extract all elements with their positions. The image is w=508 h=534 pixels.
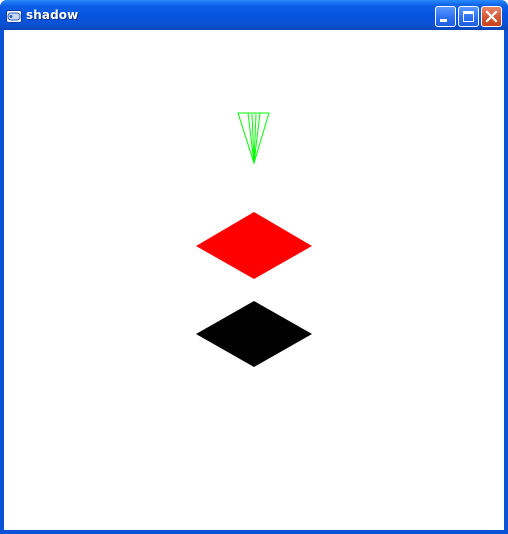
app-icon[interactable] bbox=[6, 8, 22, 23]
render-area[interactable] bbox=[4, 30, 504, 530]
app-window: shadow bbox=[0, 0, 508, 534]
title-bar[interactable]: shadow bbox=[0, 0, 508, 30]
black-diamond-shadow bbox=[196, 301, 312, 367]
light-cone bbox=[237, 112, 270, 165]
close-icon bbox=[485, 10, 498, 23]
minimize-button[interactable] bbox=[435, 6, 456, 27]
window-title: shadow bbox=[26, 8, 79, 22]
close-button[interactable] bbox=[481, 6, 502, 27]
minimize-icon bbox=[440, 19, 447, 22]
scene-canvas bbox=[196, 112, 312, 367]
red-diamond-object bbox=[196, 212, 312, 279]
maximize-icon bbox=[463, 11, 474, 22]
maximize-button[interactable] bbox=[458, 6, 479, 27]
